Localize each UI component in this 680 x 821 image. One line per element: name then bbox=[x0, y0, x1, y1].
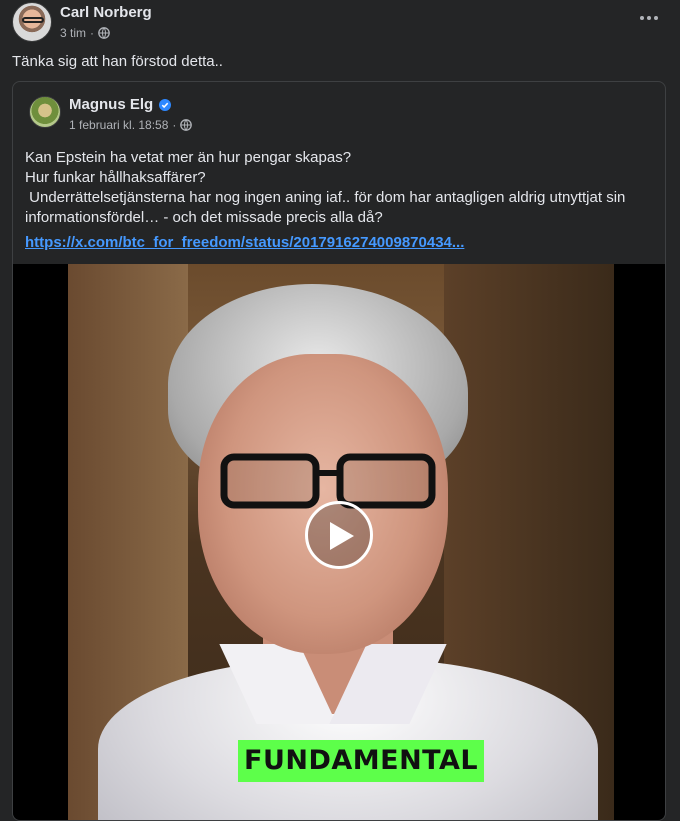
video-caption: FUNDAMENTAL bbox=[238, 740, 485, 782]
shared-author-avatar[interactable] bbox=[29, 96, 61, 128]
shared-text-line: Kan Epstein ha vetat mer än hur pengar s… bbox=[25, 149, 352, 166]
post-time[interactable]: 3 tim bbox=[60, 26, 86, 40]
shared-text-line: Underrättelsetjänsterna har nog ingen an… bbox=[25, 189, 626, 206]
more-options-button[interactable] bbox=[636, 8, 662, 28]
more-icon bbox=[640, 16, 644, 20]
globe-icon bbox=[98, 27, 110, 39]
post-meta: 3 tim · bbox=[60, 26, 110, 40]
play-button[interactable] bbox=[305, 501, 373, 569]
play-icon bbox=[330, 522, 354, 550]
shared-author-name[interactable]: Magnus Elg bbox=[69, 96, 153, 113]
verified-badge-icon bbox=[159, 98, 172, 111]
post-author-name[interactable]: Carl Norberg bbox=[60, 4, 152, 21]
shared-post-text: Kan Epstein ha vetat mer än hur pengar s… bbox=[25, 148, 655, 228]
post-text: Tänka sig att han förstod detta.. bbox=[12, 53, 223, 70]
shared-text-line: Hur funkar hållhaksaffärer? bbox=[25, 169, 206, 186]
shared-link[interactable]: https://x.com/btc_for_freedom/status/201… bbox=[25, 234, 464, 251]
shared-meta: 1 februari kl. 18:58 · bbox=[69, 118, 193, 132]
shared-post-card: Magnus Elg 1 februari kl. 18:58 · Kan Ep… bbox=[12, 81, 666, 821]
meta-separator: · bbox=[90, 26, 95, 40]
globe-icon bbox=[180, 119, 193, 131]
shared-author: Magnus Elg bbox=[69, 96, 172, 113]
video-player[interactable]: FUNDAMENTAL bbox=[13, 264, 665, 820]
author-avatar[interactable] bbox=[12, 2, 52, 42]
post-header: Carl Norberg 3 tim · bbox=[0, 0, 680, 50]
shared-date[interactable]: 1 februari kl. 18:58 bbox=[69, 118, 168, 132]
meta-separator: · bbox=[172, 118, 177, 132]
shared-text-line: informationsfördel… - och det missade pr… bbox=[25, 209, 383, 226]
